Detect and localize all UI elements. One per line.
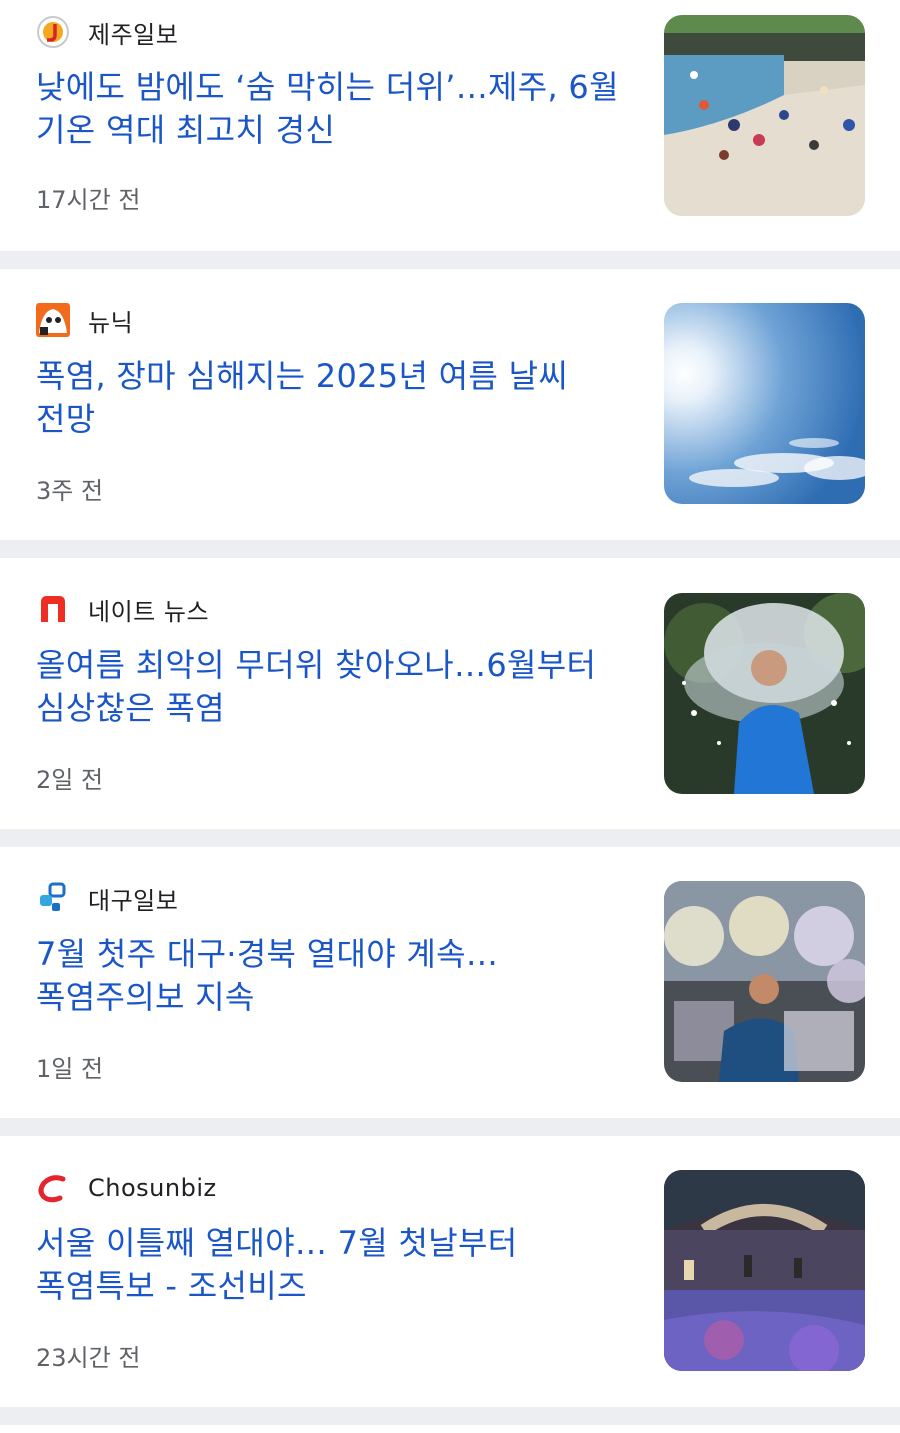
timestamp: 17시간 전 — [36, 186, 141, 214]
source-name: 뉴닉 — [88, 308, 134, 337]
news-card[interactable]: 네이트 뉴스 올여름 최악의 무더위 찾아오나…6월부터 심상찮은 폭염 2일 … — [0, 558, 900, 809]
news-card[interactable]: 대구일보 7월 첫주 대구·경북 열대야 계속…폭염주의보 지속 1일 전 — [0, 847, 900, 1098]
source-row: Chosunbiz — [36, 1170, 217, 1206]
source-row: 뉴닉 — [36, 302, 133, 338]
headline-link[interactable]: 7월 첫주 대구·경북 열대야 계속…폭염주의보 지속 — [36, 933, 636, 1019]
headline-link[interactable]: 서울 이틀째 열대야… 7월 첫날부터 폭염특보 - 조선비즈 — [36, 1222, 636, 1308]
news-feed: 제주일보 낮에도 밤에도 ‘숨 막히는 더위’…제주, 6월 기온 역대 최고치… — [0, 0, 900, 1433]
source-row: 대구일보 — [36, 880, 178, 916]
beach-crowd-thumbnail[interactable] — [664, 15, 865, 216]
source-row: 제주일보 — [36, 14, 178, 50]
headline-link[interactable]: 폭염, 장마 심해지는 2025년 여름 날씨 전망 — [36, 355, 636, 441]
source-name: Chosunbiz — [88, 1174, 217, 1202]
timestamp: 2일 전 — [36, 766, 104, 794]
source-name: 제주일보 — [88, 20, 179, 49]
card-divider — [0, 829, 900, 847]
timestamp: 23시간 전 — [36, 1344, 141, 1372]
news-card[interactable]: 제주일보 낮에도 밤에도 ‘숨 막히는 더위’…제주, 6월 기온 역대 최고치… — [0, 0, 900, 251]
card-divider — [0, 1118, 900, 1136]
night-stream-thumbnail[interactable] — [664, 1170, 865, 1371]
headline-link[interactable]: 올여름 최악의 무더위 찾아오나…6월부터 심상찮은 폭염 — [36, 644, 636, 730]
jeju-ilbo-logo-icon — [36, 15, 70, 49]
water-splash-thumbnail[interactable] — [664, 593, 865, 794]
card-divider — [0, 540, 900, 558]
news-card[interactable]: 뉴닉 폭염, 장마 심해지는 2025년 여름 날씨 전망 3주 전 — [0, 269, 900, 520]
fans-child-thumbnail[interactable] — [664, 881, 865, 1082]
card-divider — [0, 1407, 900, 1425]
chosunbiz-logo-icon — [36, 1171, 70, 1205]
nate-news-logo-icon — [36, 592, 70, 626]
timestamp: 1일 전 — [36, 1055, 104, 1083]
source-name: 대구일보 — [88, 886, 179, 915]
sunny-sky-thumbnail[interactable] — [664, 303, 865, 504]
newneek-logo-icon — [36, 303, 70, 337]
card-divider — [0, 251, 900, 269]
daegu-ilbo-logo-icon — [36, 881, 70, 915]
news-card[interactable]: Chosunbiz 서울 이틀째 열대야… 7월 첫날부터 폭염특보 - 조선비… — [0, 1136, 900, 1387]
timestamp: 3주 전 — [36, 477, 104, 505]
headline-link[interactable]: 낮에도 밤에도 ‘숨 막히는 더위’…제주, 6월 기온 역대 최고치 경신 — [36, 66, 636, 152]
source-name: 네이트 뉴스 — [88, 597, 210, 626]
source-row: 네이트 뉴스 — [36, 591, 209, 627]
